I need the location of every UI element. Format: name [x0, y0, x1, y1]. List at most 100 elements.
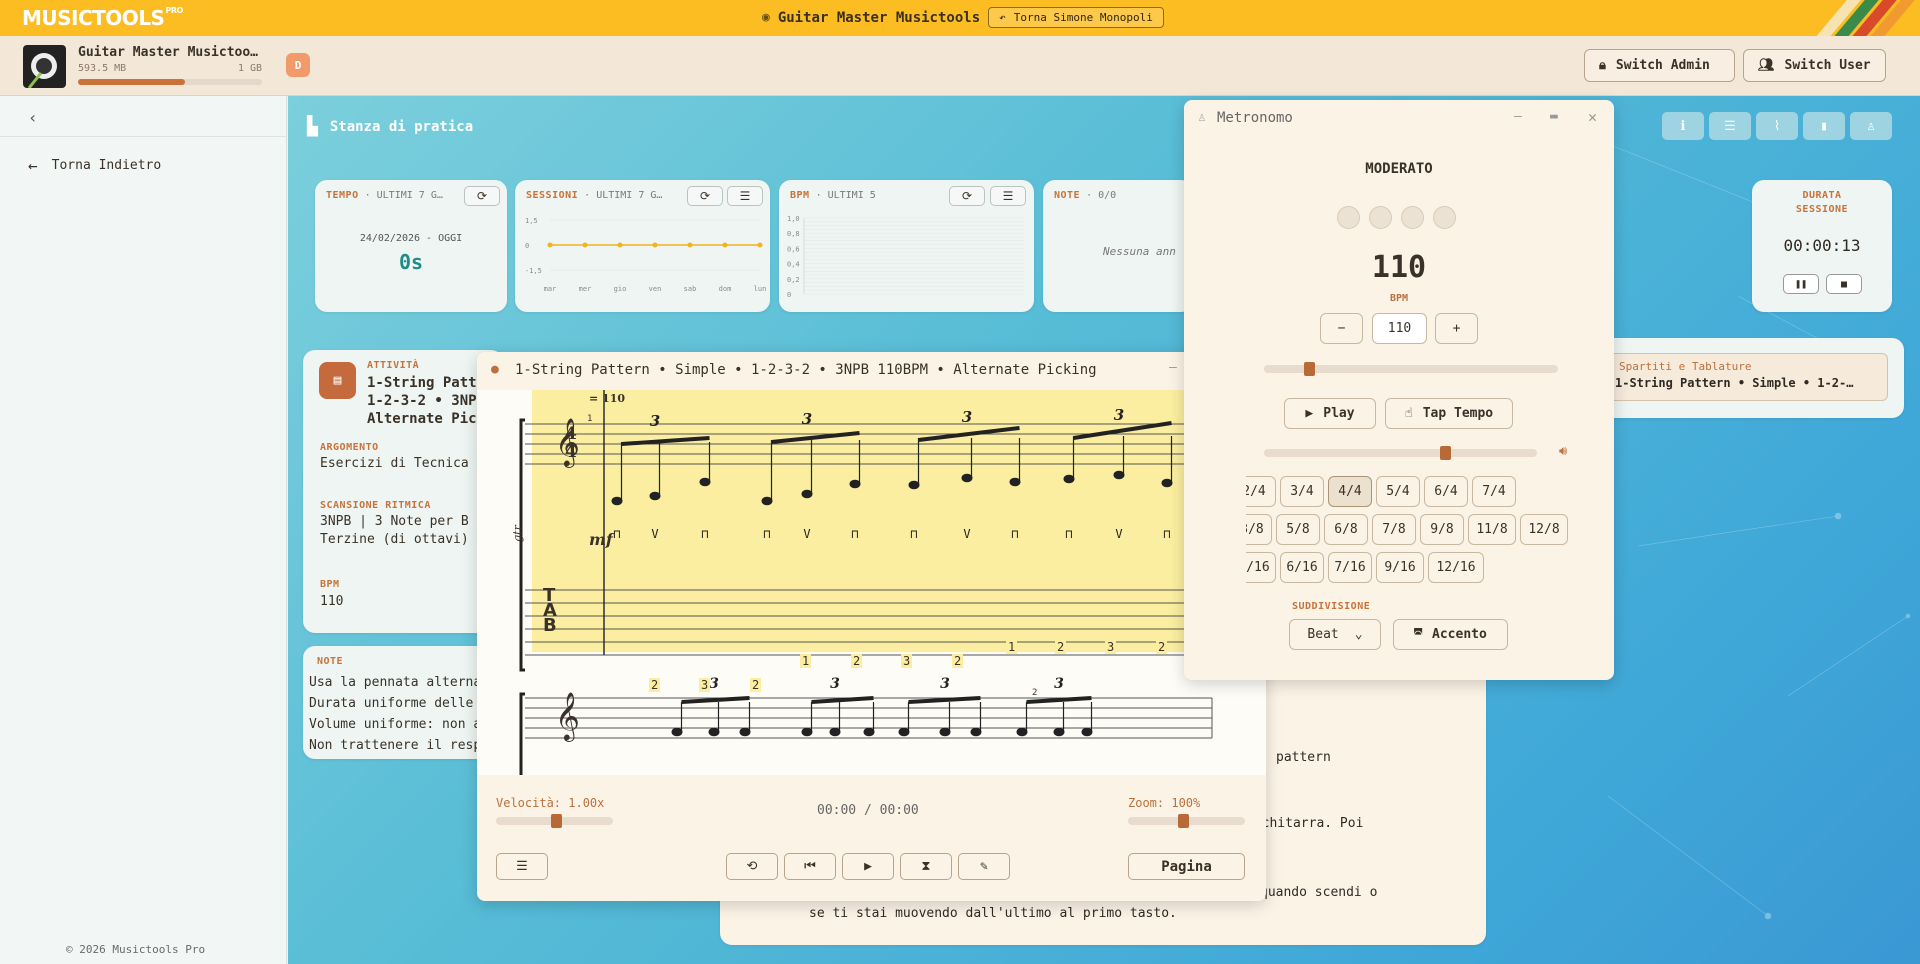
collapse-sidebar-icon[interactable]: ‹	[28, 108, 38, 127]
y-tick-label: 1,5	[525, 217, 538, 225]
back-to-user-button[interactable]: ↶ Torna Simone Monopoli	[988, 7, 1164, 28]
tempo-range: ULTIMI 7 G…	[376, 190, 443, 201]
edit-icon[interactable]: ✎	[958, 853, 1010, 880]
time-signature-7-4[interactable]: 7/4	[1472, 476, 1516, 507]
data-point	[722, 242, 728, 248]
guitar-icon: ◉	[762, 10, 770, 25]
refresh-icon[interactable]: ⟳	[464, 186, 500, 206]
minimize-icon[interactable]: —	[1169, 360, 1177, 375]
note-head	[1113, 470, 1125, 480]
time-signature-11-8[interactable]: 11/8	[1468, 514, 1516, 545]
skip-back-icon[interactable]: ⏮︎	[784, 853, 836, 880]
time-signature-7-16[interactable]: 7/16	[1328, 552, 1372, 583]
note-head	[1016, 727, 1028, 737]
time-signature-9-8[interactable]: 9/8	[1420, 514, 1464, 545]
pick-stroke: ⊓	[910, 527, 917, 541]
stop-icon[interactable]: ■	[1826, 274, 1862, 294]
back-link[interactable]: ← Torna Indietro	[28, 156, 161, 175]
pick-stroke: V	[803, 527, 810, 541]
hourglass-icon[interactable]: ⧗	[900, 853, 952, 880]
sessioni-card: SESSIONI · ULTIMI 7 G… ⟳ ☰ 1,5 0 -1,5 mar me…	[515, 180, 770, 312]
accent-button[interactable]: ◚ Accento	[1393, 619, 1508, 650]
time-signature-6-4[interactable]: 6/4	[1424, 476, 1468, 507]
room-icon: ▙	[307, 116, 318, 137]
tab-number: 3	[699, 678, 711, 692]
chart-icon[interactable]: ▮	[1803, 112, 1845, 140]
activity-title: 1-String Patt 1-2-3-2 • 3NP Alternate Pi…	[367, 375, 477, 427]
zoom-knob[interactable]	[1178, 814, 1189, 828]
y-tick-label: 1,0	[787, 215, 800, 223]
note-head	[908, 480, 920, 490]
switch-admin-button[interactable]: 🔒︎ Switch Admin	[1584, 49, 1735, 82]
tempo-card: TEMPO · ULTIMI 7 G… ⟳ 24/02/2026 - OGGI …	[315, 180, 507, 312]
pick-stroke: V	[651, 527, 658, 541]
note-head	[939, 727, 951, 737]
triplet-mark: 3	[650, 412, 660, 430]
x-tick-label: dom	[719, 285, 732, 293]
speed-label: Velocità: 1.00x	[496, 796, 605, 810]
subdivision-select[interactable]: Beat ⌄	[1289, 619, 1381, 650]
loop-icon[interactable]: ⟲	[726, 853, 778, 880]
y-tick-label: 0,2	[787, 276, 800, 284]
device-name: Guitar Master Musictoo…	[78, 45, 259, 60]
time-signature-4-4[interactable]: 4/4	[1328, 476, 1372, 507]
time-signature-9-16[interactable]: 9/16	[1376, 552, 1424, 583]
note-head	[761, 496, 773, 506]
x-tick-label: lun	[754, 285, 767, 293]
pick-stroke: ⊓	[851, 527, 858, 541]
note-head	[671, 727, 683, 737]
time-signature-5-4[interactable]: 5/4	[1376, 476, 1420, 507]
list-icon[interactable]: ☰	[727, 186, 763, 206]
list-icon[interactable]: ☰	[990, 186, 1026, 206]
play-icon[interactable]: ▶	[842, 853, 894, 880]
refresh-icon[interactable]: ⟳	[949, 186, 985, 206]
zoom-slider[interactable]	[1128, 814, 1245, 828]
speed-slider[interactable]	[496, 814, 613, 828]
switch-user-button[interactable]: 👥︎ Switch User	[1743, 49, 1886, 82]
note-head	[708, 727, 720, 737]
pick-stroke: V	[1115, 527, 1122, 541]
time-signature-6-16[interactable]: 6/16	[1280, 552, 1324, 583]
sessioni-chart: 1,5 0 -1,5 mar mer gio ven sab dom lun	[525, 217, 767, 293]
time-signature-6-8[interactable]: 6/8	[1324, 514, 1368, 545]
logo: MUSICTOOLSPRO	[22, 6, 183, 30]
info-icon[interactable]: ℹ	[1662, 112, 1704, 140]
device-avatar	[23, 45, 66, 88]
refresh-icon[interactable]: ⟳	[687, 186, 723, 206]
pause-icon[interactable]: ❚❚	[1783, 274, 1819, 294]
sheet-item[interactable]: Spartiti e Tablature 1-String Pattern • …	[1608, 353, 1888, 401]
x-tick-label: ven	[649, 285, 662, 293]
page-button[interactable]: Pagina	[1128, 853, 1245, 880]
data-point	[617, 242, 623, 248]
pick-stroke: ⊓	[1065, 527, 1072, 541]
triplet-mark: 3	[802, 410, 812, 428]
time-signature-12-8[interactable]: 12/8	[1520, 514, 1568, 545]
list-icon[interactable]: ☰	[496, 853, 548, 880]
time-signature-7-8[interactable]: 7/8	[1372, 514, 1416, 545]
pick-stroke: ⊓	[701, 527, 708, 541]
attachment-icon[interactable]: ⌇	[1756, 112, 1798, 140]
time-signature-12-16[interactable]: 12/16	[1428, 552, 1484, 583]
copyright: © 2026 Musictools Pro	[66, 943, 206, 956]
speed-knob[interactable]	[551, 814, 562, 828]
triplet-mark: 3	[830, 676, 840, 692]
time-signature-3-4[interactable]: 3/4	[1280, 476, 1324, 507]
time-signature-3-16[interactable]: 3/16	[1246, 552, 1276, 583]
metronome-icon[interactable]: ♙	[1850, 112, 1892, 140]
note-head	[863, 727, 875, 737]
tab-number: 2	[750, 678, 762, 692]
tab-number: 2	[952, 654, 964, 668]
x-tick-label: sab	[684, 285, 697, 293]
device-badge[interactable]: D	[286, 53, 310, 77]
top-center: ◉ Guitar Master Musictools ↶ Torna Simon…	[762, 7, 1164, 28]
time-signature-2-4[interactable]: 2/4	[1246, 476, 1276, 507]
note-card: NOTE · 0/0 Nessuna ann	[1043, 180, 1193, 312]
y-tick-label: 0,4	[787, 261, 800, 269]
y-tick-label: 0	[787, 291, 791, 299]
score-title: 1-String Pattern • Simple • 1-2-3-2 • 3N…	[515, 362, 1097, 378]
note-head	[961, 473, 973, 483]
time-signature-3-8[interactable]: 3/8	[1246, 514, 1272, 545]
text-icon[interactable]: ☰	[1709, 112, 1751, 140]
note-head	[1053, 727, 1065, 737]
time-signature-5-8[interactable]: 5/8	[1276, 514, 1320, 545]
